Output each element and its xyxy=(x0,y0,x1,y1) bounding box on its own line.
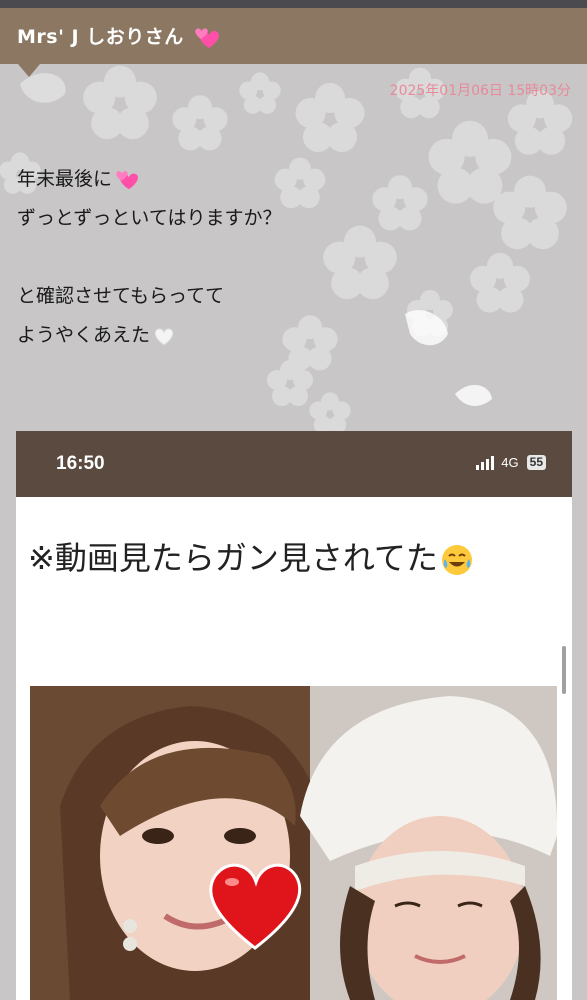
status-time: 16:50 xyxy=(56,453,105,474)
post-header: Mrs' J しおりさん xyxy=(0,8,587,64)
white-heart-icon xyxy=(154,327,174,346)
tears-of-joy-icon xyxy=(441,545,472,575)
battery-icon: 55 xyxy=(526,455,546,470)
post-line-1: 年末最後に xyxy=(17,160,557,199)
screenshot-heading: ※動画見たらガン見されてた xyxy=(28,533,474,579)
post-author-title: Mrs' J しおりさん xyxy=(17,22,221,50)
signal-bars-icon xyxy=(476,455,495,470)
phone-status-bar: 16:50 4G 55 xyxy=(16,431,572,497)
network-label: 4G xyxy=(501,455,519,470)
post-body: 年末最後に ずっとずっといてはりますか？ と確認させてもらってて ようやくあえた xyxy=(17,160,557,355)
selfie-photo xyxy=(30,686,557,1000)
two-hearts-icon xyxy=(195,28,219,48)
embedded-screenshot: 16:50 4G 55 ※動画見たらガン見されてた xyxy=(16,431,572,1000)
post-line-1-text: 年末最後に xyxy=(17,168,113,190)
post-line-3 xyxy=(17,238,557,277)
top-edge-bar xyxy=(0,0,587,8)
author-name: Mrs' J しおりさん xyxy=(17,26,184,49)
two-hearts-icon xyxy=(116,170,138,189)
post-line-2: ずっとずっといてはりますか？ xyxy=(17,207,282,229)
header-speech-tail xyxy=(18,64,40,77)
scrollbar-indicator xyxy=(562,646,566,694)
post-date: 2025年01月06日 15時03分 xyxy=(389,83,571,99)
post-line-5: ようやくあえた xyxy=(17,316,557,355)
status-indicators: 4G 55 xyxy=(476,455,546,470)
post-line-4: と確認させてもらってて xyxy=(17,285,225,307)
screenshot-heading-text: ※動画見たらガン見されてた xyxy=(28,539,438,577)
selfie-photo-illustration xyxy=(30,686,557,1000)
post-line-5-text: ようやくあえた xyxy=(17,324,151,346)
